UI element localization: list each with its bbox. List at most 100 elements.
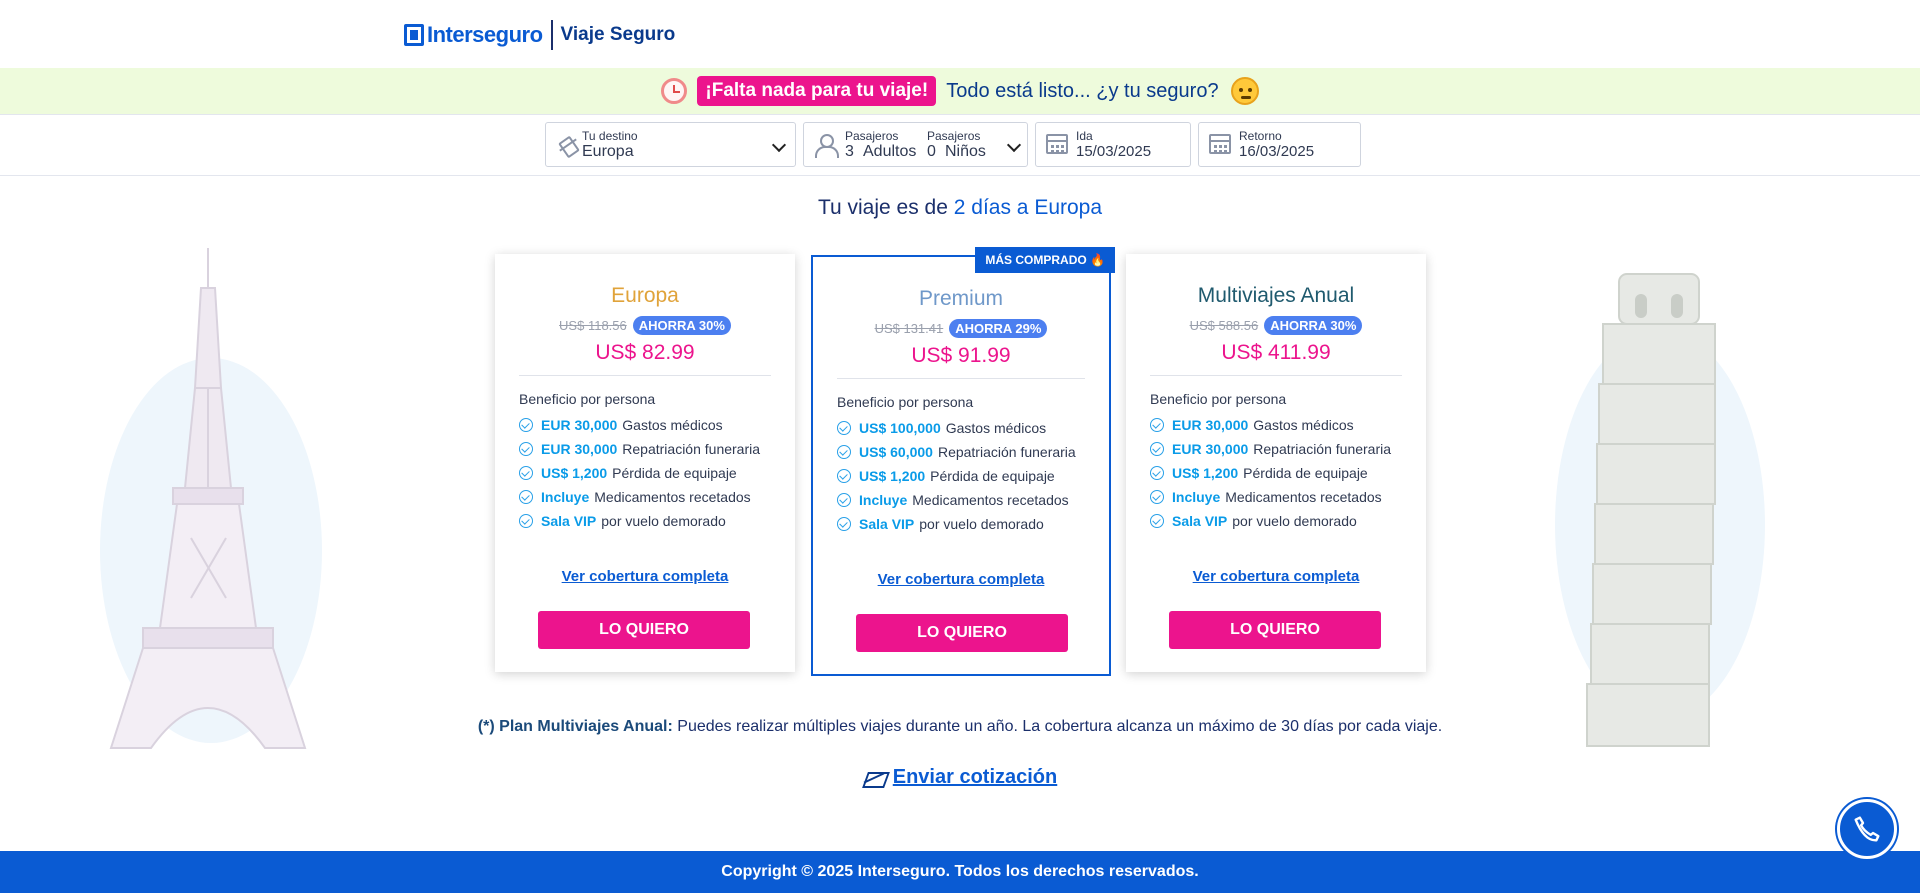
- departure-label: Ida: [1076, 129, 1093, 143]
- plan-card-europa: Europa US$ 118.56 AHORRA 30% US$ 82.99 B…: [495, 254, 795, 672]
- plan-price: US$ 91.99: [911, 344, 1011, 367]
- benefit-item: EUR 30,000 Gastos médicos: [519, 413, 795, 437]
- benefit-item: Incluye Medicamentos recetados: [519, 485, 795, 509]
- check-circle-icon: [519, 418, 533, 432]
- children-unit: Niños: [945, 143, 986, 160]
- old-price: US$ 588.56: [1189, 318, 1259, 333]
- children-count: 0: [927, 143, 936, 160]
- savings-badge: AHORRA 30%: [1264, 316, 1363, 335]
- logo[interactable]: Interseguro Viaje Seguro: [404, 20, 675, 50]
- adults-count: 3: [845, 143, 854, 160]
- check-circle-icon: [519, 442, 533, 456]
- benefit-item: US$ 1,200 Pérdida de equipaje: [519, 461, 795, 485]
- check-circle-icon: [837, 469, 851, 483]
- plan-price: US$ 82.99: [595, 341, 695, 364]
- benefit-title: Beneficio por persona: [1150, 391, 1287, 407]
- full-coverage-link[interactable]: Ver cobertura completa: [813, 571, 1109, 588]
- logo-brand: Interseguro: [427, 22, 543, 47]
- benefit-item: Sala VIP por vuelo demorado: [1150, 509, 1426, 533]
- benefit-title: Beneficio por persona: [519, 391, 656, 407]
- benefit-amount: US$ 100,000: [859, 420, 941, 436]
- departure-value: 15/03/2025: [1076, 143, 1152, 160]
- benefit-amount: Sala VIP: [541, 513, 597, 529]
- plane-icon: [556, 134, 578, 156]
- logo-product: Viaje Seguro: [560, 24, 676, 45]
- pisa-tower-illustration: [1555, 273, 1765, 747]
- benefit-amount: US$ 1,200: [541, 465, 608, 481]
- destination-select[interactable]: Tu destino Europa: [545, 122, 796, 167]
- savings-badge: AHORRA 30%: [632, 316, 731, 335]
- paper-plane-icon: [863, 769, 885, 787]
- destination-value: Europa: [582, 143, 634, 160]
- footnote-title: (*) Plan Multiviajes Anual:: [477, 718, 673, 735]
- departure-date-field[interactable]: Ida 15/03/2025: [1035, 122, 1191, 167]
- footer: Copyright © 2025 Interseguro. Todos los …: [0, 851, 1920, 893]
- benefit-amount: Incluye: [859, 492, 908, 508]
- return-date-field[interactable]: Retorno 16/03/2025: [1198, 122, 1361, 167]
- benefit-text: Repatriación funeraria: [937, 444, 1076, 460]
- return-value: 16/03/2025: [1239, 143, 1315, 160]
- banner-highlight: ¡Falta nada para tu viaje!: [697, 76, 937, 106]
- benefit-amount: Incluye: [1172, 489, 1221, 505]
- benefit-text: Gastos médicos: [622, 417, 723, 433]
- footnote-text: Puedes realizar múltiples viajes durante…: [677, 718, 1443, 735]
- passengers-select[interactable]: Pasajeros 3 Adultos Pasajeros 0 Niños: [803, 122, 1028, 167]
- adults-unit: Adultos: [863, 143, 917, 160]
- trip-summary-highlight: 2 días a Europa: [953, 196, 1103, 219]
- benefit-item: Sala VIP por vuelo demorado: [519, 509, 795, 533]
- benefit-text: Repatriación funeraria: [1253, 441, 1392, 457]
- benefit-item: US$ 100,000 Gastos médicos: [837, 416, 1109, 440]
- benefit-amount: Incluye: [541, 489, 590, 505]
- benefit-amount: Sala VIP: [1172, 513, 1228, 529]
- children-label: Pasajeros: [927, 129, 981, 143]
- benefit-item: Incluye Medicamentos recetados: [1150, 485, 1426, 509]
- plan-card-premium: MÁS COMPRADO 🔥 Premium US$ 131.41 AHORRA…: [811, 247, 1115, 676]
- send-quote-link[interactable]: Enviar cotización: [893, 766, 1058, 789]
- check-circle-icon: [519, 490, 533, 504]
- buy-button[interactable]: LO QUIERO: [856, 614, 1068, 652]
- plan-prices: US$ 588.56 AHORRA 30%: [1126, 316, 1426, 335]
- calendar-icon: [1209, 134, 1231, 154]
- check-circle-icon: [837, 517, 851, 531]
- trip-summary-prefix: Tu viaje es de: [817, 196, 948, 219]
- check-circle-icon: [1150, 466, 1164, 480]
- benefit-text: Repatriación funeraria: [622, 441, 761, 457]
- benefit-item: US$ 1,200 Pérdida de equipaje: [1150, 461, 1426, 485]
- benefit-text: Medicamentos recetados: [912, 492, 1069, 508]
- plan-name: Multiviajes Anual: [1197, 284, 1355, 307]
- old-price: US$ 131.41: [874, 321, 944, 336]
- benefit-amount: EUR 30,000: [1172, 417, 1249, 433]
- benefit-text: Pérdida de equipaje: [930, 468, 1055, 484]
- buy-button[interactable]: LO QUIERO: [1169, 611, 1381, 649]
- chevron-down-icon: [771, 137, 787, 153]
- call-button[interactable]: [1837, 799, 1897, 859]
- plan-prices: US$ 131.41 AHORRA 29%: [813, 319, 1109, 338]
- plan-price: US$ 411.99: [1221, 341, 1331, 364]
- calendar-icon: [1046, 134, 1068, 154]
- plan-name: Premium: [918, 287, 1003, 310]
- benefit-text: por vuelo demorado: [601, 513, 726, 529]
- benefit-text: Pérdida de equipaje: [1243, 465, 1368, 481]
- alarm-clock-icon: [661, 78, 688, 104]
- check-circle-icon: [1150, 442, 1164, 456]
- benefit-amount: US$ 1,200: [859, 468, 926, 484]
- full-coverage-link[interactable]: Ver cobertura completa: [495, 568, 795, 585]
- buy-button[interactable]: LO QUIERO: [538, 611, 750, 649]
- plan-prices: US$ 118.56 AHORRA 30%: [495, 316, 795, 335]
- best-seller-ribbon: MÁS COMPRADO 🔥: [975, 247, 1115, 273]
- full-coverage-link[interactable]: Ver cobertura completa: [1126, 568, 1426, 585]
- divider: [1150, 375, 1402, 376]
- check-circle-icon: [837, 421, 851, 435]
- send-quote[interactable]: Enviar cotización: [0, 766, 1920, 789]
- benefit-text: Medicamentos recetados: [1225, 489, 1382, 505]
- person-icon: [814, 134, 839, 158]
- check-circle-icon: [519, 466, 533, 480]
- benefit-amount: US$ 1,200: [1172, 465, 1239, 481]
- benefit-amount: EUR 30,000: [541, 417, 618, 433]
- benefit-amount: Sala VIP: [859, 516, 915, 532]
- check-circle-icon: [1150, 490, 1164, 504]
- thinking-face-icon: [1230, 77, 1259, 105]
- benefit-text: por vuelo demorado: [919, 516, 1044, 532]
- plan-name: Europa: [611, 284, 679, 307]
- search-bar: Tu destino Europa Pasajeros 3 Adultos Pa…: [0, 114, 1920, 176]
